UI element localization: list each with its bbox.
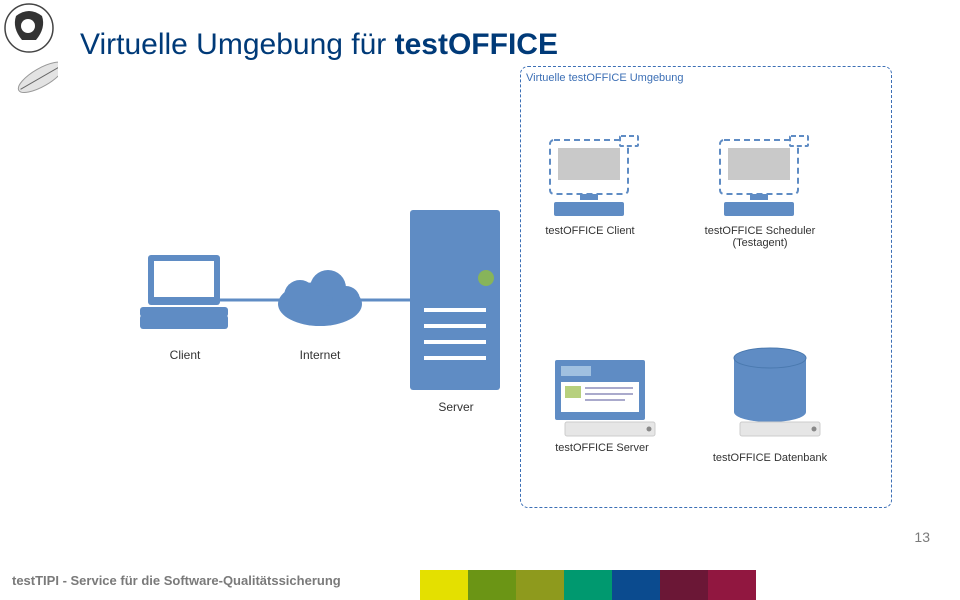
footer-text: testTIPI - Service für die Software-Qual… xyxy=(12,573,341,588)
env-label: Virtuelle testOFFICE Umgebung xyxy=(526,72,726,84)
page-title: Virtuelle Umgebung für testOFFICE xyxy=(80,28,558,62)
testagent-label: (Testagent) xyxy=(690,237,830,249)
swatch xyxy=(660,570,708,600)
title-prefix: Virtuelle Umgebung für xyxy=(80,28,395,61)
diagram-canvas: Virtuelle testOFFICE Umgebung Client Int… xyxy=(80,60,930,520)
to-client-label: testOFFICE Client xyxy=(520,225,660,237)
swatch xyxy=(420,570,468,600)
to-server-label: testOFFICE Server xyxy=(532,442,672,454)
swatch xyxy=(708,570,756,600)
internet-label: Internet xyxy=(250,348,390,362)
server-label: Server xyxy=(386,400,526,414)
swatch xyxy=(516,570,564,600)
client-label: Client xyxy=(115,348,255,362)
sidebar xyxy=(0,0,58,600)
to-scheduler-label: testOFFICE Scheduler xyxy=(690,225,830,237)
page-number: 13 xyxy=(914,529,930,545)
to-db-label: testOFFICE Datenbank xyxy=(700,452,840,464)
swatch xyxy=(612,570,660,600)
title-bold: testOFFICE xyxy=(395,28,558,61)
color-swatches xyxy=(420,570,756,600)
swatch xyxy=(468,570,516,600)
swatch xyxy=(564,570,612,600)
